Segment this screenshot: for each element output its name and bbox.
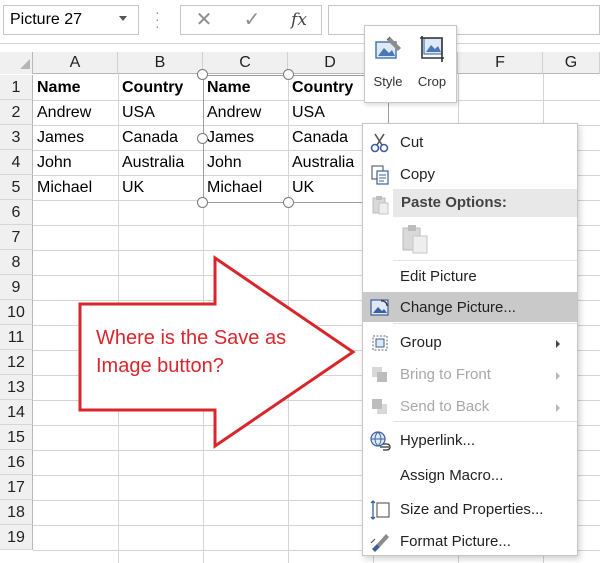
red-arrow-annotation [78, 255, 356, 449]
annotation-text: Where is the Save as Image button? [96, 327, 287, 377]
